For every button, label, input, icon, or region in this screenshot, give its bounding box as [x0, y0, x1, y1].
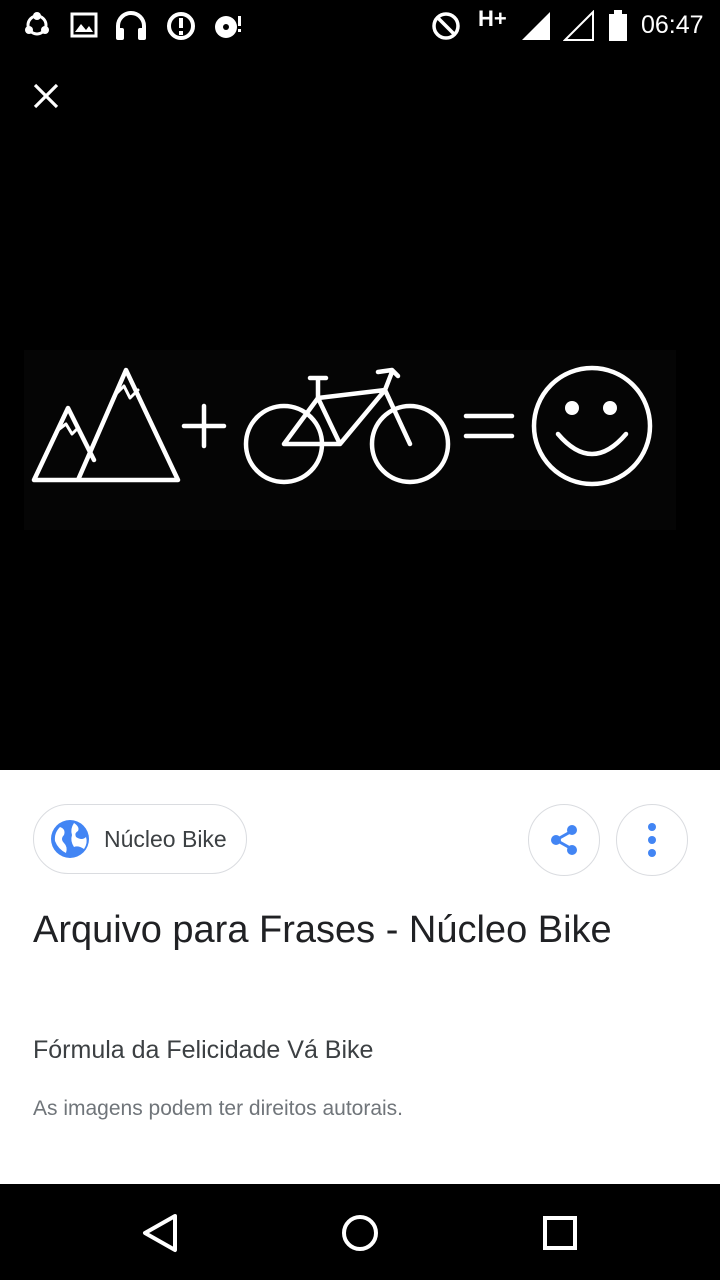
close-icon — [33, 83, 59, 109]
image-subtitle: Fórmula da Felicidade Vá Bike — [33, 1036, 374, 1064]
sync-icon — [25, 12, 49, 36]
image-title[interactable]: Arquivo para Frases - Núcleo Bike — [33, 900, 673, 960]
status-bar: H+ 06:47 — [0, 0, 720, 50]
alert-icon — [167, 12, 195, 40]
do-not-disturb-icon — [432, 12, 460, 40]
battery-icon — [609, 10, 627, 41]
clock: 06:47 — [641, 11, 704, 39]
navigation-bar — [0, 1184, 720, 1280]
signal-full-icon — [522, 12, 550, 40]
main-image[interactable] — [0, 340, 720, 540]
more-options-button[interactable] — [616, 804, 688, 876]
media-icon — [215, 16, 241, 38]
headphones-icon — [116, 11, 146, 40]
image-viewer — [0, 50, 720, 770]
close-button[interactable] — [22, 72, 70, 120]
back-icon[interactable] — [135, 1208, 185, 1258]
copyright-notice: As imagens podem ter direitos autorais. — [33, 1097, 404, 1120]
source-chip[interactable]: Núcleo Bike — [33, 804, 247, 874]
share-button[interactable] — [528, 804, 600, 876]
source-label: Núcleo Bike — [104, 825, 227, 852]
more-vert-icon — [648, 823, 656, 857]
share-icon — [551, 825, 577, 855]
signal-empty-icon — [563, 10, 594, 41]
network-type-label: H+ — [478, 6, 507, 31]
image-icon — [70, 12, 98, 38]
recents-icon[interactable] — [535, 1208, 585, 1258]
globe-icon — [51, 820, 89, 858]
home-icon[interactable] — [335, 1208, 385, 1258]
info-panel: Núcleo Bike Arquivo para Frases - Núcleo… — [0, 770, 720, 1184]
